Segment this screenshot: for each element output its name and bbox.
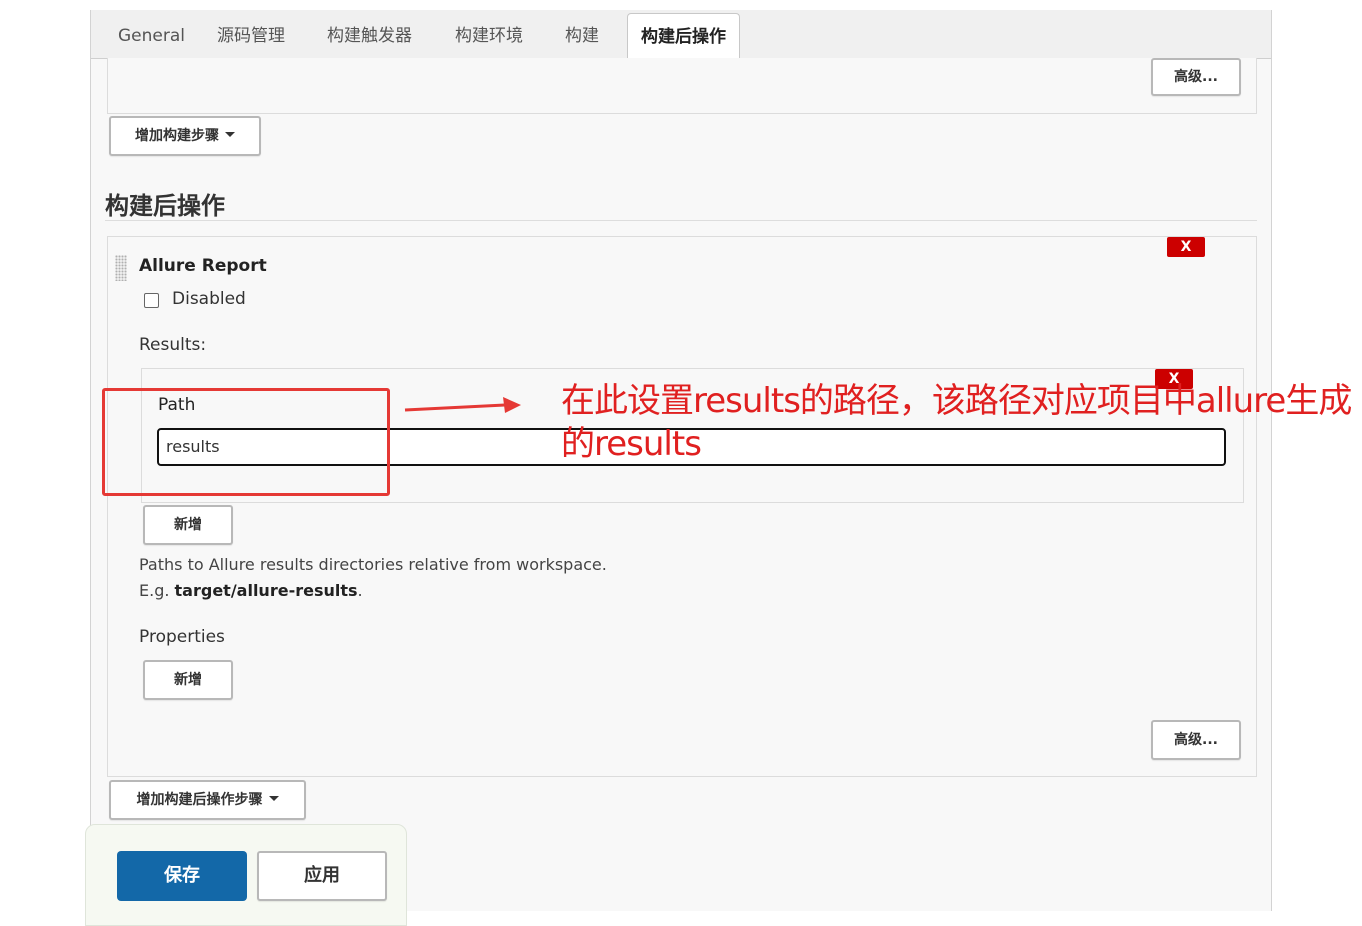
section-divider	[105, 220, 1257, 221]
post-build-section-title: 构建后操作	[105, 192, 225, 220]
tab-build[interactable]: 构建	[565, 10, 599, 58]
help-eg-prefix: E.g.	[139, 581, 170, 600]
allure-advanced-button[interactable]: 高级...	[1151, 720, 1241, 760]
build-step-panel: 高级...	[107, 58, 1257, 114]
disabled-label: Disabled	[172, 289, 246, 309]
path-label: Path	[158, 395, 196, 415]
add-build-step-button[interactable]: 增加构建步骤	[109, 116, 261, 156]
add-post-build-step-button[interactable]: 增加构建后操作步骤	[109, 780, 306, 820]
tab-build-triggers[interactable]: 构建触发器	[327, 10, 412, 58]
tab-general[interactable]: General	[118, 10, 185, 58]
properties-label: Properties	[139, 627, 225, 647]
add-build-step-label: 增加构建步骤	[135, 128, 219, 144]
tab-build-environment[interactable]: 构建环境	[455, 10, 523, 58]
disabled-checkbox[interactable]	[144, 293, 159, 308]
help-text-line2: E.g. target/allure-results.	[139, 581, 363, 600]
allure-report-panel: X Allure Report Disabled Results: X Path…	[107, 236, 1257, 777]
tab-bar: General 源码管理 构建触发器 构建环境 构建 构建后操作	[91, 10, 1271, 61]
add-result-path-button[interactable]: 新增	[143, 505, 233, 545]
build-step-advanced-button[interactable]: 高级...	[1151, 58, 1241, 96]
apply-button[interactable]: 应用	[257, 851, 387, 901]
help-eg-suffix: .	[357, 581, 363, 600]
results-label: Results:	[139, 335, 207, 355]
save-button[interactable]: 保存	[117, 851, 247, 901]
drag-handle-icon[interactable]	[115, 255, 127, 281]
tab-scm[interactable]: 源码管理	[217, 10, 285, 58]
add-post-build-step-label: 增加构建后操作步骤	[136, 792, 263, 808]
help-eg-value: target/allure-results	[174, 581, 358, 600]
help-text-line1: Paths to Allure results directories rela…	[139, 555, 607, 574]
allure-report-title: Allure Report	[139, 256, 267, 276]
chevron-down-icon	[225, 131, 235, 137]
tab-post-build-actions[interactable]: 构建后操作	[627, 13, 740, 61]
add-property-button[interactable]: 新增	[143, 660, 233, 700]
annotation-text: 在此设置results的路径，该路径对应项目中allure生成的results	[561, 381, 1352, 464]
config-page: General 源码管理 构建触发器 构建环境 构建 构建后操作 高级... 增…	[85, 10, 1352, 926]
remove-allure-report-button[interactable]: X	[1167, 237, 1205, 257]
chevron-down-icon	[268, 795, 279, 801]
annotation-arrow-icon	[404, 397, 521, 413]
